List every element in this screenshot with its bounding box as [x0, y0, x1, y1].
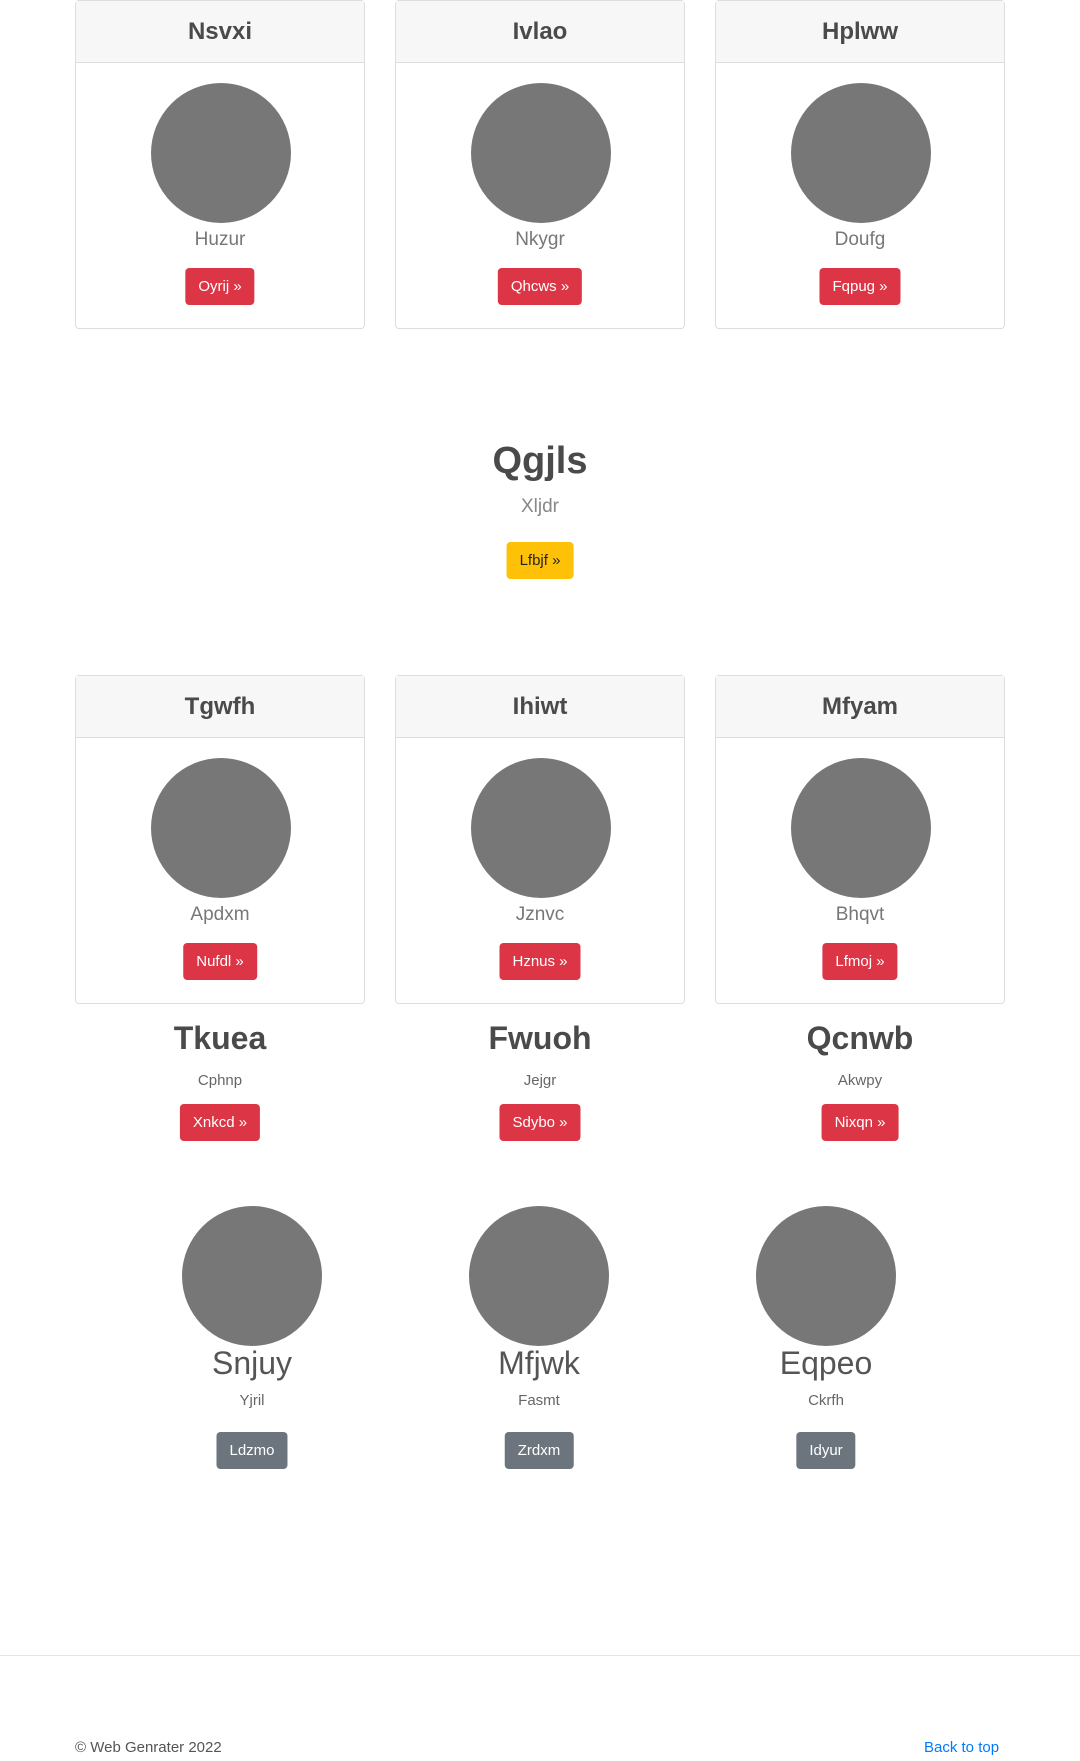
card-subtitle: Huzur: [194, 229, 246, 250]
hero-section: Qgjls Xljdr: [0, 440, 1080, 518]
column-subtitle: Jejgr: [523, 1072, 557, 1089]
card-button[interactable]: Oyrij »: [185, 268, 255, 305]
hero-subtitle: Xljdr: [520, 496, 559, 517]
profile-button[interactable]: Ldzmo: [216, 1432, 288, 1469]
card-title: Nsvxi: [76, 1, 364, 63]
card: Tgwfh Apdxm Nufdl »: [75, 675, 365, 1004]
profile-subtitle: Fasmt: [518, 1392, 560, 1409]
column-button[interactable]: Xnkcd »: [179, 1104, 261, 1141]
feature-column: Fwuoh Jejgr: [395, 1020, 685, 1089]
column-subtitle: Akwpy: [837, 1072, 883, 1089]
card: Mfyam Bhqvt Lfmoj »: [715, 675, 1005, 1004]
card-title: Tgwfh: [76, 676, 364, 738]
column-button[interactable]: Sdybo »: [499, 1104, 581, 1141]
avatar: [756, 1206, 896, 1346]
card: Hplww Doufg Fqpug »: [715, 0, 1005, 329]
feature-column: Qcnwb Akwpy: [715, 1020, 1005, 1089]
card-button[interactable]: Nufdl »: [183, 943, 257, 980]
card-subtitle: Apdxm: [190, 904, 250, 925]
card-title: Hplww: [716, 1, 1004, 63]
avatar: [182, 1206, 322, 1346]
profile-caption: Eqpeo Ckrfh: [726, 1345, 926, 1409]
card-body: Huzur Oyrij »: [76, 63, 364, 328]
column-title: Tkuea: [173, 1020, 267, 1056]
card-button[interactable]: Hznus »: [499, 943, 581, 980]
avatar: [469, 1206, 609, 1346]
profile-subtitle: Ckrfh: [808, 1392, 844, 1409]
card-title: Mfyam: [716, 676, 1004, 738]
card-button[interactable]: Qhcws »: [497, 268, 583, 305]
profile-name: Snjuy: [211, 1345, 293, 1381]
profile-caption: Snjuy Yjril: [152, 1345, 352, 1409]
profile-subtitle: Yjril: [239, 1392, 265, 1409]
card-subtitle: Bhqvt: [835, 904, 885, 925]
card: Ivlao Nkygr Qhcws »: [395, 0, 685, 329]
profile-name: Eqpeo: [779, 1345, 873, 1381]
card-subtitle: Nkygr: [515, 229, 565, 250]
footer-divider: [0, 1655, 1080, 1656]
avatar: [471, 83, 611, 223]
column-title: Qcnwb: [806, 1020, 914, 1056]
profile-name: Mfjwk: [498, 1345, 580, 1381]
back-to-top-link[interactable]: Back to top: [924, 1739, 999, 1756]
avatar: [791, 758, 931, 898]
avatar: [151, 83, 291, 223]
hero-title: Qgjls: [492, 440, 588, 482]
avatar: [791, 83, 931, 223]
card-body: Jznvc Hznus »: [396, 738, 684, 1003]
card-subtitle: Doufg: [834, 229, 886, 250]
footer-copyright: © Web Genrater 2022: [75, 1739, 222, 1756]
feature-column: Tkuea Cphnp: [75, 1020, 365, 1089]
card-body: Nkygr Qhcws »: [396, 63, 684, 328]
profile-button[interactable]: Idyur: [796, 1432, 856, 1469]
card-title: Ihiwt: [396, 676, 684, 738]
card: Ihiwt Jznvc Hznus »: [395, 675, 685, 1004]
hero-button[interactable]: Lfbjf »: [506, 542, 574, 579]
profile-caption: Mfjwk Fasmt: [439, 1345, 639, 1409]
card-subtitle: Jznvc: [515, 904, 565, 925]
card-button[interactable]: Fqpug »: [819, 268, 901, 305]
avatar: [151, 758, 291, 898]
card-button[interactable]: Lfmoj »: [822, 943, 898, 980]
avatar: [471, 758, 611, 898]
profile-button[interactable]: Zrdxm: [504, 1432, 574, 1469]
card-body: Apdxm Nufdl »: [76, 738, 364, 1003]
card: Nsvxi Huzur Oyrij »: [75, 0, 365, 329]
column-subtitle: Cphnp: [197, 1072, 243, 1089]
card-body: Doufg Fqpug »: [716, 63, 1004, 328]
column-title: Fwuoh: [488, 1020, 592, 1056]
card-body: Bhqvt Lfmoj »: [716, 738, 1004, 1003]
column-button[interactable]: Nixqn »: [821, 1104, 899, 1141]
card-title: Ivlao: [396, 1, 684, 63]
